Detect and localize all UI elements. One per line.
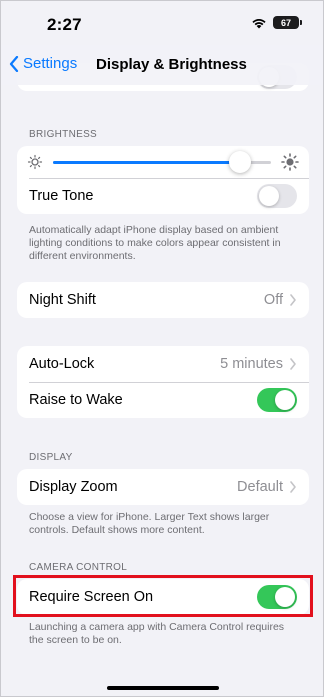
status-icons: 67: [251, 16, 302, 29]
night-shift-card: Night Shift Off: [17, 282, 309, 318]
brightness-slider[interactable]: [53, 150, 271, 173]
sun-large-icon: [281, 153, 299, 171]
night-shift-row[interactable]: Night Shift Off: [17, 282, 309, 318]
chevron-right-icon: [290, 481, 296, 493]
home-indicator: [107, 686, 219, 690]
page-title: Display & Brightness: [96, 56, 247, 73]
night-shift-value: Off: [263, 292, 283, 308]
status-bar: 2:27 67: [1, 1, 323, 45]
display-footnote: Choose a view for iPhone. Larger Text sh…: [29, 511, 270, 536]
nav-bar-overlay: Settings Display & Brightness: [1, 45, 323, 85]
brightness-card: True Tone: [17, 146, 309, 214]
brightness-slider-thumb[interactable]: [229, 150, 252, 173]
chevron-right-icon: [290, 358, 296, 370]
back-label: Settings: [23, 55, 78, 72]
display-card: Display Zoom Default: [17, 469, 309, 505]
raise-to-wake-label: Raise to Wake: [29, 392, 123, 408]
back-button-overlay[interactable]: Settings: [9, 55, 77, 72]
camera-control-section-label: CAMERA CONTROL: [29, 562, 128, 573]
sun-small-icon: [27, 154, 43, 170]
display-zoom-label: Display Zoom: [29, 479, 118, 495]
auto-lock-value: 5 minutes: [220, 356, 283, 372]
phone-screen: 2:27 67 Settings Display & Brightness BR…: [0, 0, 324, 697]
brightness-section-label: BRIGHTNESS: [29, 129, 98, 140]
raise-to-wake-row: Raise to Wake: [17, 382, 309, 418]
auto-lock-row[interactable]: Auto-Lock 5 minutes: [17, 346, 309, 382]
brightness-slider-fill: [53, 160, 241, 164]
battery-icon: 67: [273, 16, 302, 29]
night-shift-label: Night Shift: [29, 292, 96, 308]
brightness-slider-row: [17, 146, 309, 178]
raise-to-wake-toggle[interactable]: [257, 388, 297, 412]
status-time: 2:27: [47, 15, 82, 34]
display-zoom-value: Default: [237, 479, 283, 495]
wifi-icon: [252, 18, 266, 28]
true-tone-row: True Tone: [17, 178, 309, 214]
true-tone-toggle[interactable]: [257, 184, 297, 208]
chevron-left-icon: [9, 55, 19, 72]
display-zoom-row[interactable]: Display Zoom Default: [17, 469, 309, 505]
lock-card: Auto-Lock 5 minutes Raise to Wake: [17, 346, 309, 418]
brightness-footnote: Automatically adapt iPhone display based…: [29, 224, 281, 262]
display-section-label: DISPLAY: [29, 452, 73, 463]
highlight-box: [13, 575, 313, 617]
camera-control-footnote: Launching a camera app with Camera Contr…: [29, 621, 285, 646]
true-tone-label: True Tone: [29, 188, 94, 204]
auto-lock-label: Auto-Lock: [29, 356, 95, 372]
chevron-right-icon: [290, 294, 296, 306]
